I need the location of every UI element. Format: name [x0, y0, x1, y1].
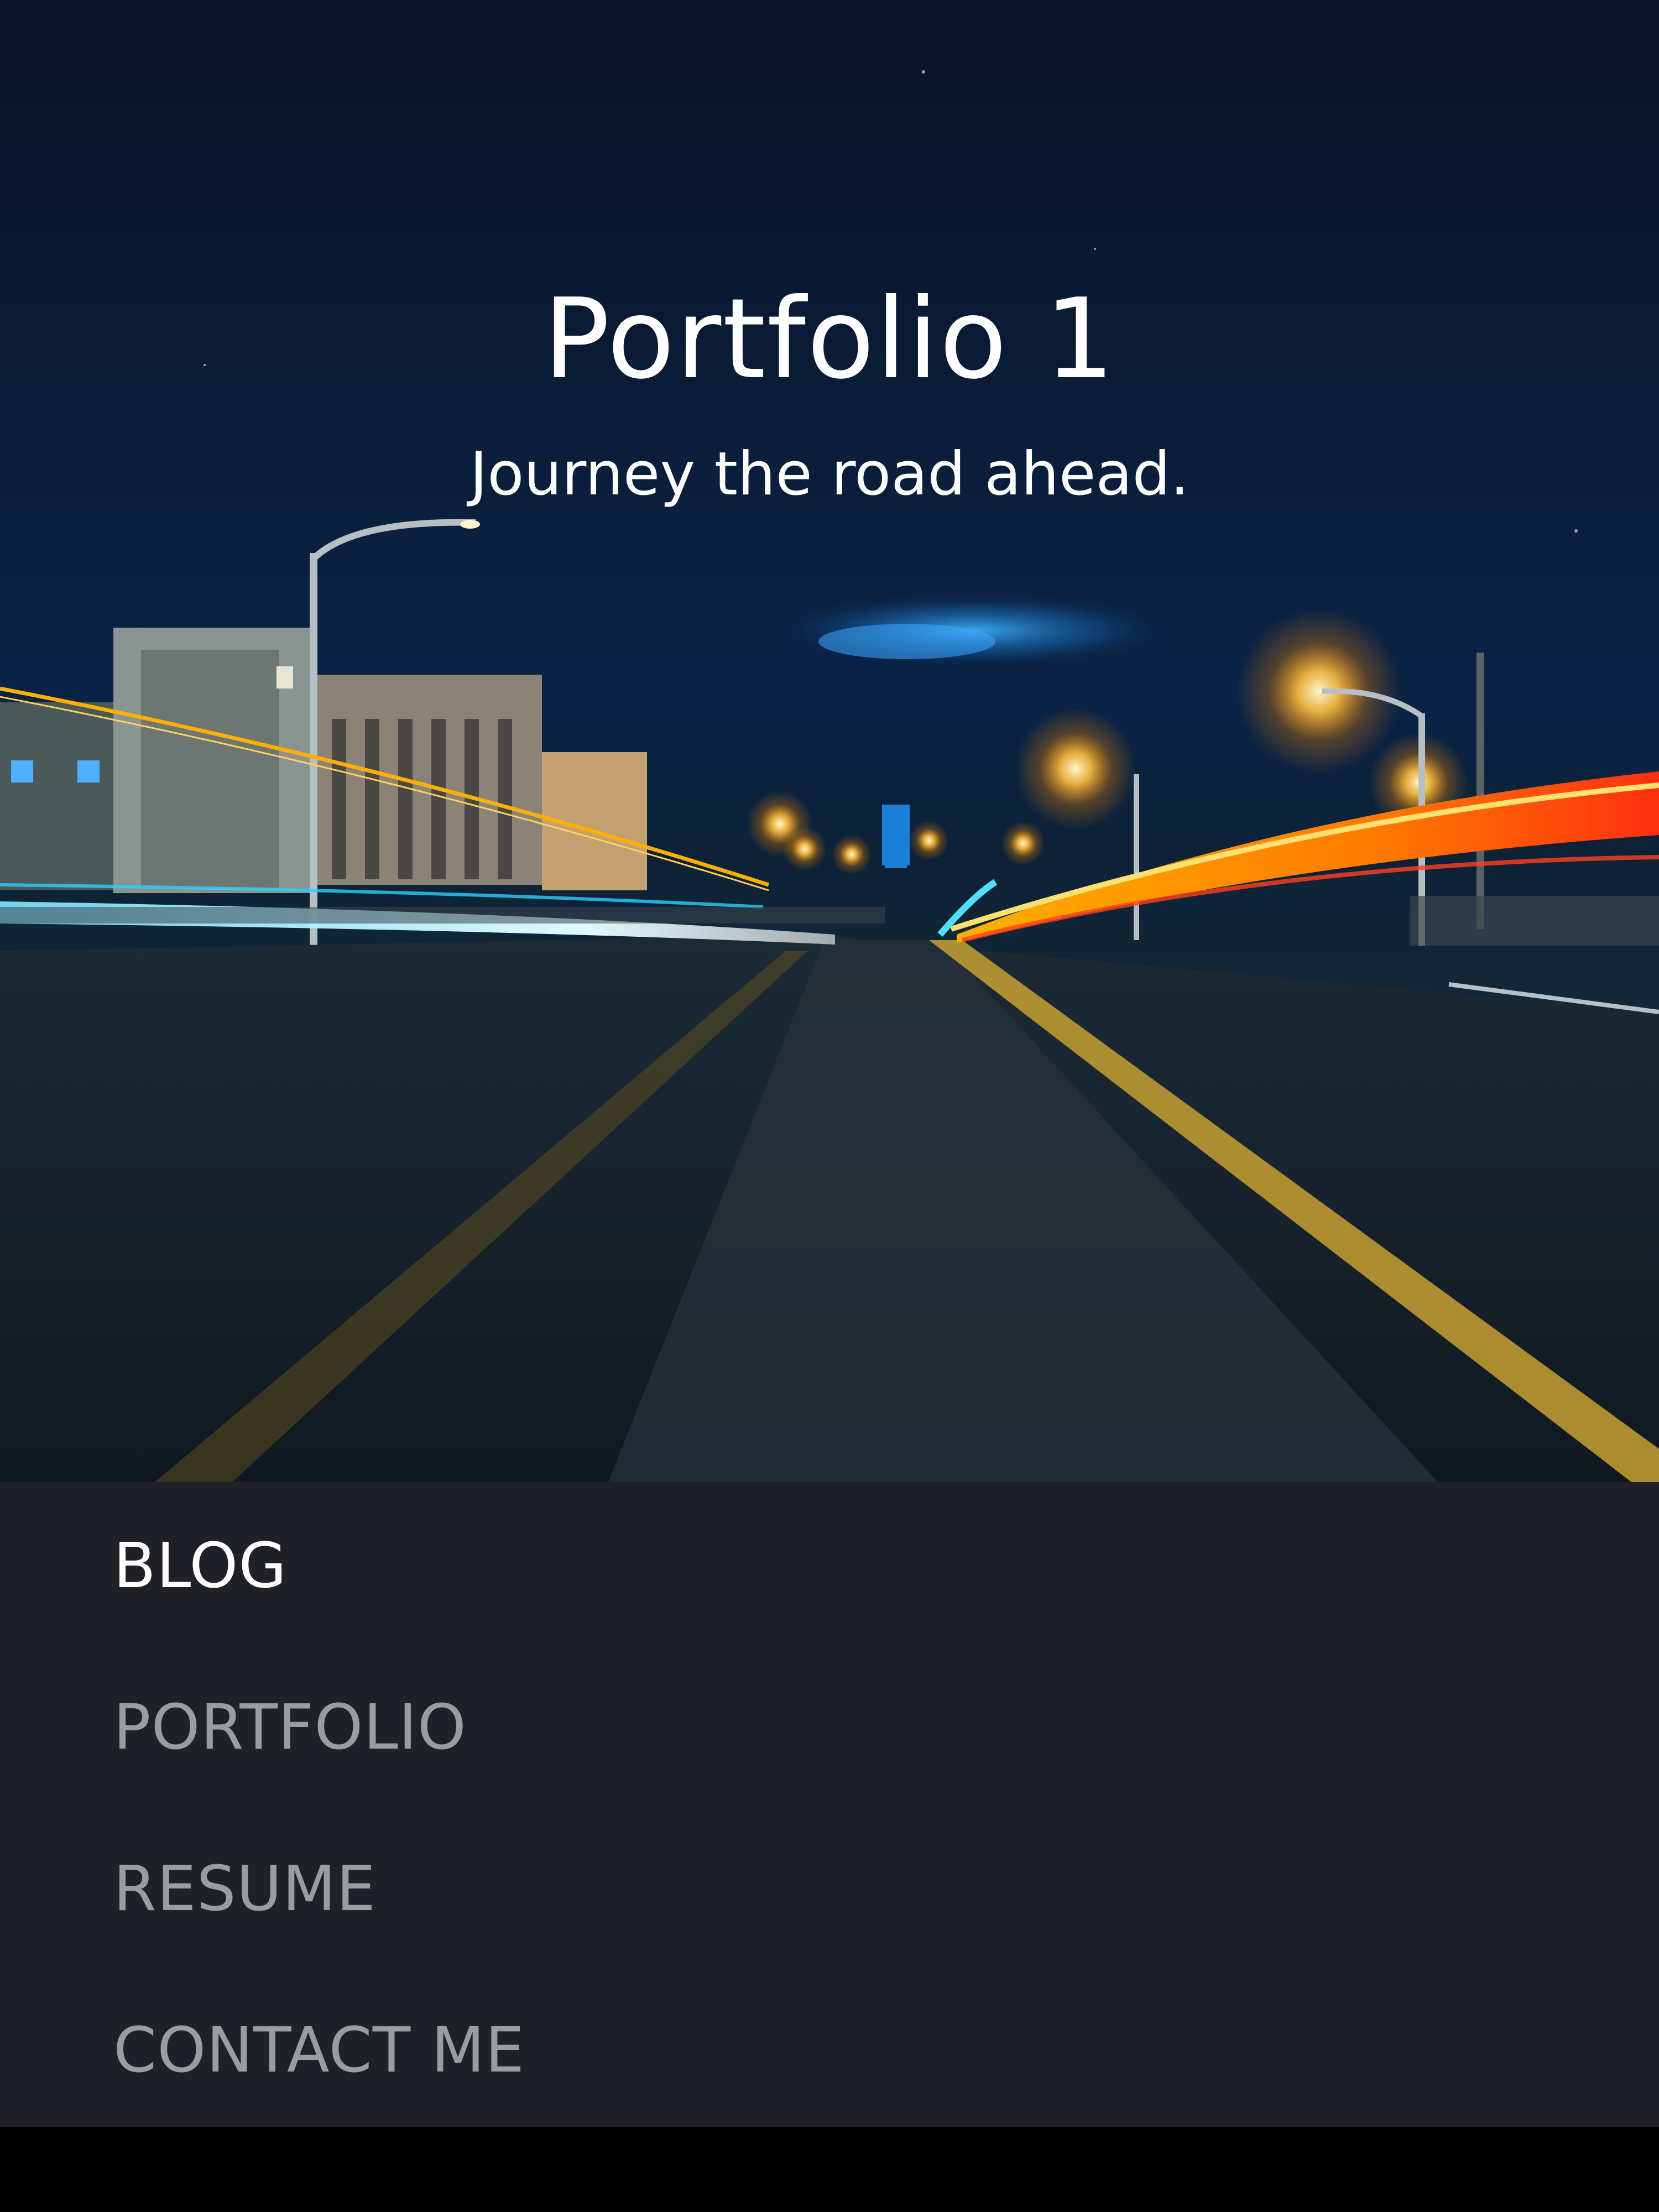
hero-banner: Portfolio 1 Journey the road ahead.	[0, 0, 1659, 1482]
nav-item-resume[interactable]: RESUME	[113, 1834, 376, 1944]
nav-item-blog[interactable]: BLOG	[113, 1511, 287, 1621]
nav-item-portfolio[interactable]: PORTFOLIO	[113, 1672, 467, 1783]
hero-title: Portfolio 1	[543, 275, 1116, 404]
hero-subtitle: Journey the road ahead.	[469, 440, 1190, 509]
bottom-bar	[0, 2127, 1659, 2212]
nav-item-contact-me[interactable]: CONTACT ME	[113, 1995, 525, 2106]
hero-background-photo	[0, 70, 1659, 1482]
page: Portfolio 1 Journey the road ahead. BLOG…	[0, 0, 1659, 2212]
main-navigation: BLOG PORTFOLIO RESUME CONTACT ME	[0, 1482, 1659, 2127]
